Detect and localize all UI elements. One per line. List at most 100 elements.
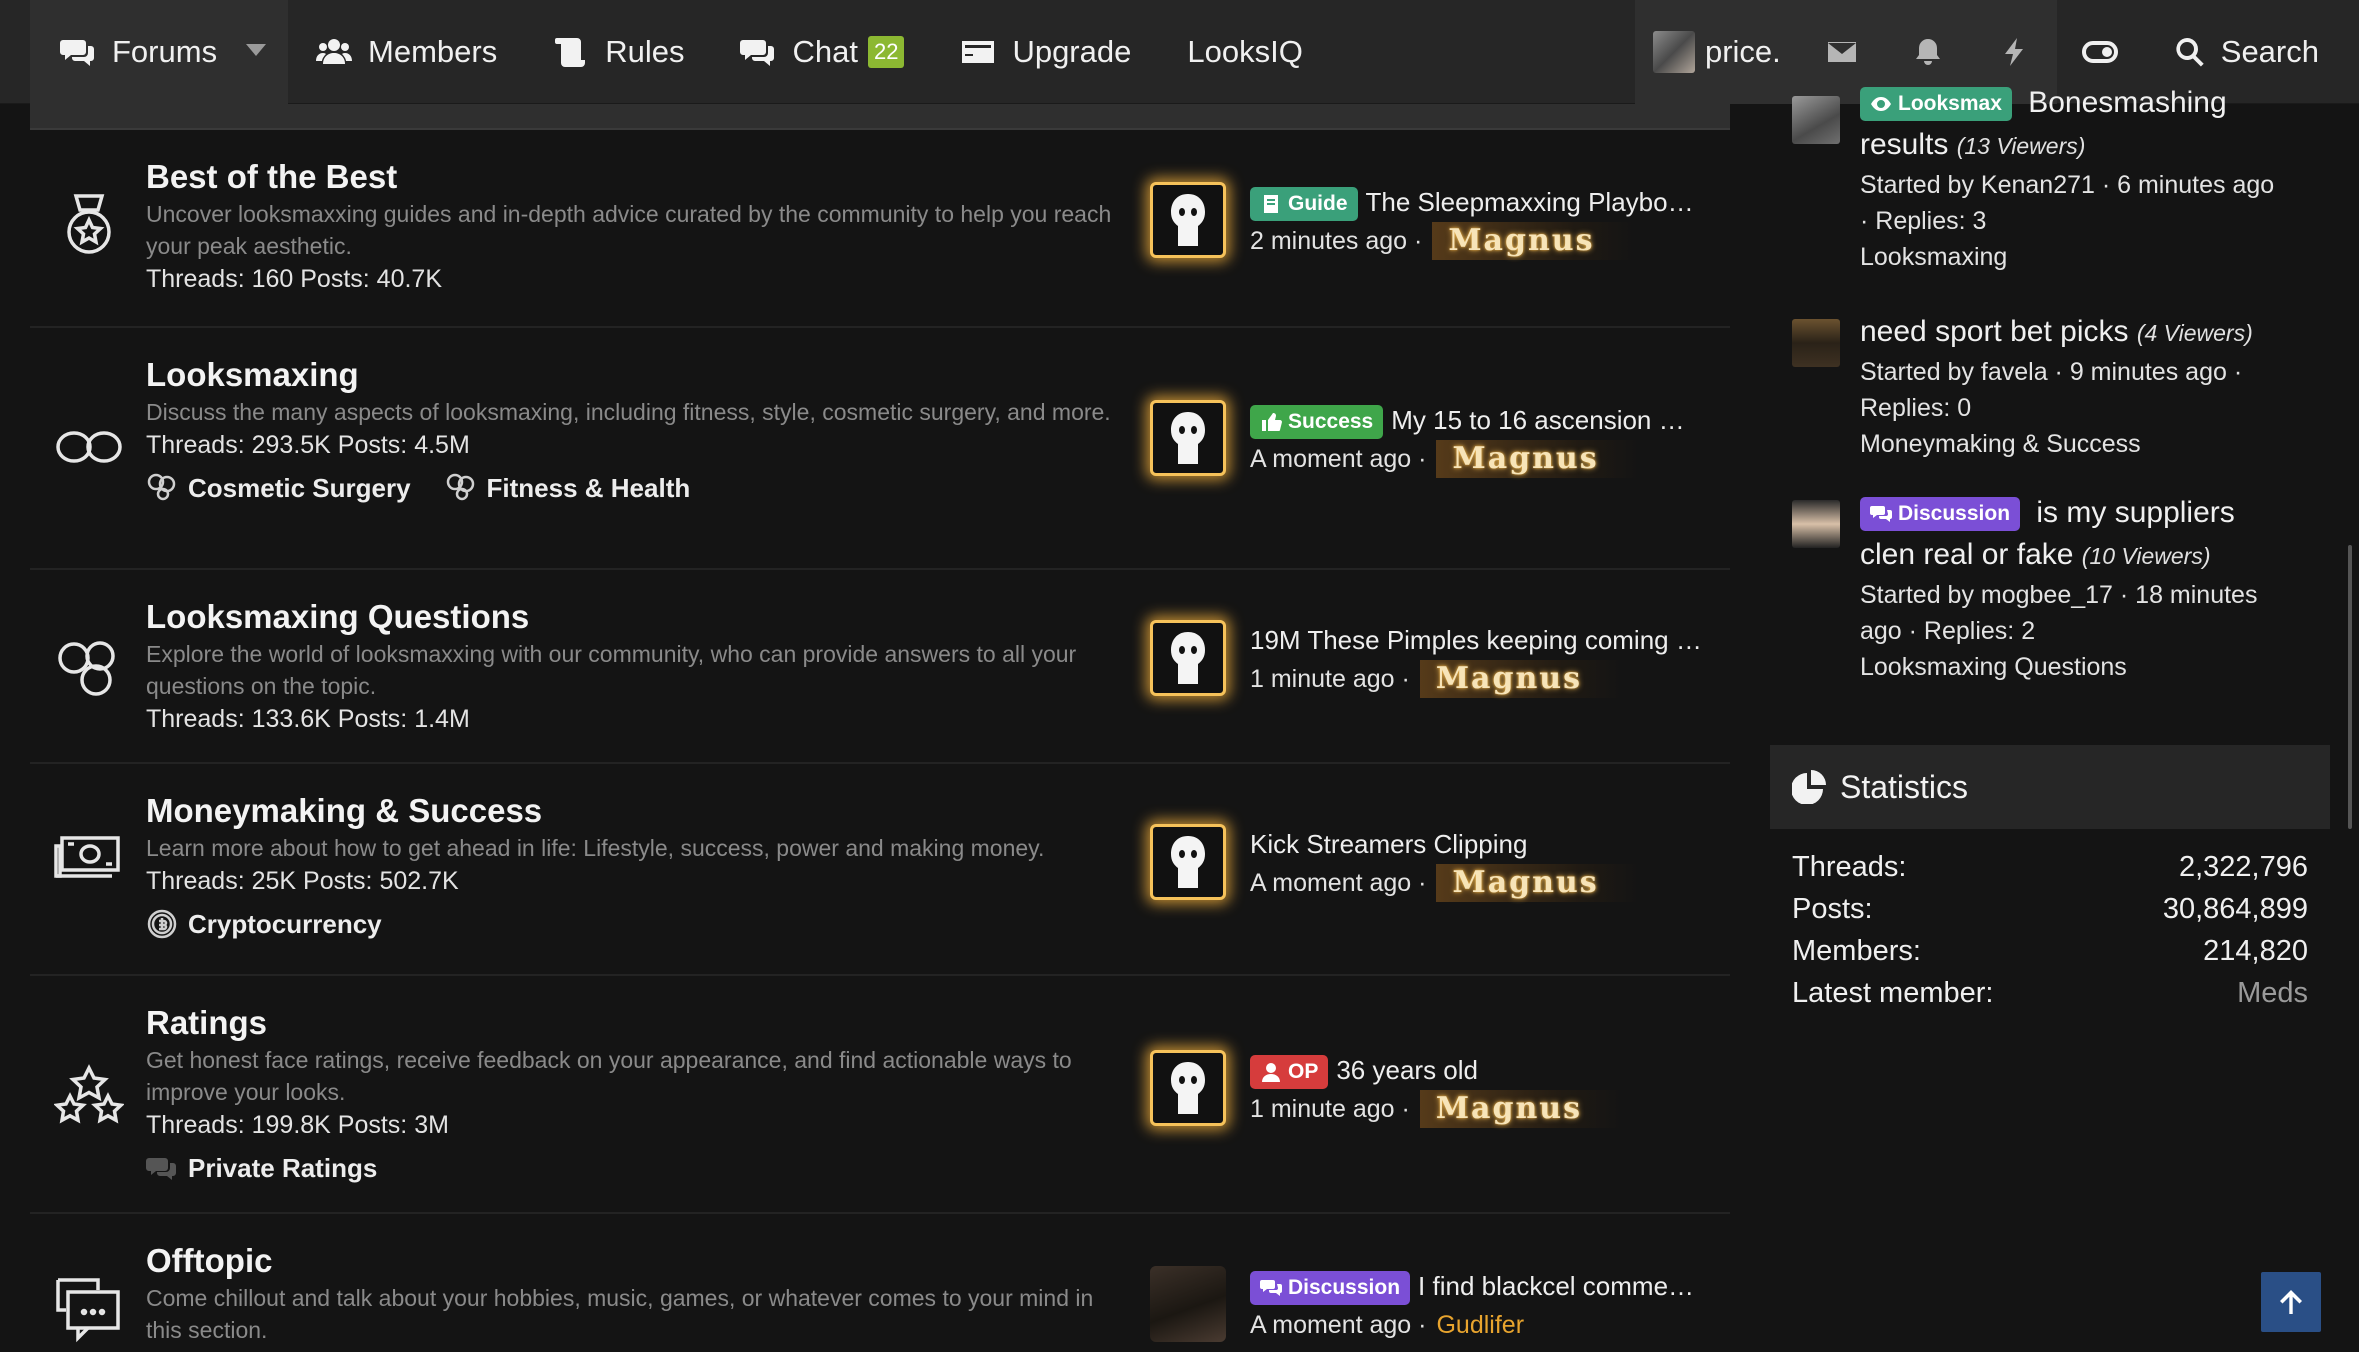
back-to-top-button[interactable] bbox=[2261, 1272, 2321, 1332]
avatar[interactable] bbox=[1150, 1050, 1226, 1126]
ghost-avatar-icon bbox=[1171, 1062, 1205, 1114]
latest-thread-title: I find blackcel comme… bbox=[1418, 1271, 1695, 1301]
latest-time: 2 minutes ago · bbox=[1250, 227, 1423, 255]
subforum-list: Cryptocurrency bbox=[146, 908, 1126, 940]
thread-title-link[interactable]: need sport bet picks (4 Viewers) bbox=[1860, 311, 2320, 354]
latest-thread-link[interactable]: Guide The Sleepmaxxing Playbo… bbox=[1250, 182, 1720, 222]
nav-members[interactable]: Members bbox=[288, 0, 525, 104]
ghost-avatar-icon bbox=[1171, 632, 1205, 684]
thread-forum-link[interactable]: Looksmaxing bbox=[1860, 239, 2320, 275]
latest-user-link[interactable]: Magnus bbox=[1436, 440, 1639, 478]
forum-stats: Threads: 199.8K Posts: 3M bbox=[146, 1111, 449, 1139]
thread-content: need sport bet picks (4 Viewers) Started… bbox=[1860, 311, 2320, 462]
forum-list: Best of the Best Uncover looksmaxxing gu… bbox=[30, 104, 1730, 1352]
forum-stats: Threads: 160 Posts: 40.7K bbox=[146, 265, 443, 293]
thread-forum-link[interactable]: Moneymaking & Success bbox=[1860, 426, 2320, 462]
nav-rules-label: Rules bbox=[605, 33, 685, 69]
forum-title[interactable]: Offtopic bbox=[146, 1242, 1126, 1280]
latest-time: A moment ago · bbox=[1250, 445, 1427, 473]
subforum-fitness-health[interactable]: Fitness & Health bbox=[445, 472, 690, 504]
nav-chat[interactable]: Chat 22 bbox=[712, 0, 932, 104]
latest-user-link[interactable]: Magnus bbox=[1436, 864, 1639, 902]
thread-meta: Started by Kenan271 · 6 minutes ago bbox=[1860, 171, 2275, 199]
latest-post: 19M These Pimples keeping coming … 1 min… bbox=[1150, 620, 1710, 710]
arrow-up-icon bbox=[2280, 1290, 2302, 1314]
list-item: Discussion is my suppliers clen real or … bbox=[1792, 492, 2312, 722]
comments-icon bbox=[60, 34, 96, 70]
stat-threads: Threads: 2,322,796 bbox=[1792, 851, 2308, 883]
nav-rules[interactable]: Rules bbox=[525, 0, 712, 104]
chat-icon bbox=[740, 34, 776, 70]
latest-user-link[interactable]: Magnus bbox=[1419, 1090, 1622, 1128]
nav-chat-label: Chat bbox=[792, 33, 858, 69]
thread-title-link[interactable]: Discussion is my suppliers clen real or … bbox=[1860, 492, 2320, 577]
forum-title[interactable]: Best of the Best bbox=[146, 158, 1126, 196]
subforum-private-ratings[interactable]: Private Ratings bbox=[146, 1152, 377, 1184]
avatar[interactable] bbox=[1150, 400, 1226, 476]
medal-icon bbox=[54, 190, 124, 260]
chevron-down-icon[interactable] bbox=[246, 43, 266, 56]
latest-member-link[interactable]: Meds bbox=[2237, 972, 2308, 1014]
user-icon bbox=[1262, 1063, 1280, 1083]
nav-forums[interactable]: Forums bbox=[30, 0, 288, 104]
latest-thread-link[interactable]: 19M These Pimples keeping coming … bbox=[1250, 620, 1720, 660]
latest-user-link[interactable]: Gudlifer bbox=[1436, 1306, 1524, 1344]
avatar[interactable] bbox=[1150, 620, 1226, 696]
credit-card-icon bbox=[960, 34, 996, 70]
comments-icon bbox=[1870, 506, 1892, 523]
latest-user-link[interactable]: Magnus bbox=[1432, 222, 1635, 260]
thread-forum-link[interactable]: Looksmaxing Questions bbox=[1860, 649, 2320, 685]
latest-thread-link[interactable]: OP 36 years old bbox=[1250, 1050, 1720, 1090]
latest-thread-link[interactable]: Kick Streamers Clipping bbox=[1250, 824, 1720, 864]
users-icon bbox=[316, 34, 352, 70]
forum-title[interactable]: Looksmaxing bbox=[146, 356, 1126, 394]
avatar[interactable] bbox=[1792, 96, 1840, 144]
forum-node-looksmaxing-questions: Looksmaxing Questions Explore the world … bbox=[30, 570, 1730, 764]
nav-upgrade[interactable]: Upgrade bbox=[932, 0, 1159, 104]
stat-members: Members: 214,820 bbox=[1792, 935, 2308, 967]
stat-posts: Posts: 30,864,899 bbox=[1792, 893, 2308, 925]
avatar[interactable] bbox=[1792, 500, 1840, 548]
prefix-badge: OP bbox=[1250, 1055, 1329, 1090]
chat-count-badge: 22 bbox=[867, 35, 905, 68]
forum-description: Come chillout and talk about your hobbie… bbox=[146, 1285, 1094, 1343]
envelope-icon bbox=[1827, 42, 1856, 62]
subforum-icon bbox=[147, 473, 176, 501]
eye-icon bbox=[1871, 97, 1891, 112]
statistics-list: Threads: 2,322,796 Posts: 30,864,899 Mem… bbox=[1792, 846, 2308, 1014]
latest-user-link[interactable]: Magnus bbox=[1419, 660, 1622, 698]
forum-node-best-of-the-best: Best of the Best Uncover looksmaxxing gu… bbox=[30, 130, 1730, 328]
latest-thread-link[interactable]: Discussion I find blackcel comme… bbox=[1250, 1266, 1720, 1306]
comments-icon bbox=[146, 1158, 176, 1180]
coin-icon bbox=[147, 909, 177, 939]
subforum-cryptocurrency[interactable]: Cryptocurrency bbox=[146, 908, 382, 940]
chat-window-icon bbox=[54, 1274, 124, 1344]
avatar[interactable] bbox=[1792, 319, 1840, 367]
forum-title[interactable]: Looksmaxing Questions bbox=[146, 598, 1126, 636]
forum-node-offtopic: Offtopic Come chillout and talk about yo… bbox=[30, 1214, 1730, 1352]
latest-time: A moment ago · bbox=[1250, 1311, 1427, 1339]
nav-looksiq[interactable]: LooksIQ bbox=[1159, 0, 1330, 104]
forum-title[interactable]: Moneymaking & Success bbox=[146, 792, 1126, 830]
thread-title-link[interactable]: Looksmax Bonesmashing results (13 Viewer… bbox=[1860, 82, 2320, 167]
search-button[interactable]: Search bbox=[2143, 34, 2359, 70]
latest-post: OP 36 years old 1 minute ago · Magnus bbox=[1150, 1050, 1710, 1140]
prefix-badge: Looksmax bbox=[1860, 87, 2012, 122]
forum-title[interactable]: Ratings bbox=[146, 1004, 1126, 1042]
prefix-badge: Guide bbox=[1250, 187, 1358, 222]
avatar[interactable] bbox=[1150, 1266, 1226, 1342]
avatar[interactable] bbox=[1150, 824, 1226, 900]
forum-description: Explore the world of looksmaxxing with o… bbox=[146, 641, 1077, 699]
latest-thread-link[interactable]: Success My 15 to 16 ascension … bbox=[1250, 400, 1720, 440]
avatar[interactable] bbox=[1150, 182, 1226, 258]
thread-meta: Started by mogbee_17 · 18 minutes bbox=[1860, 581, 2258, 609]
user-menu[interactable]: price. bbox=[1634, 0, 1799, 104]
scrollbar[interactable] bbox=[2348, 545, 2352, 829]
viewer-count: (13 Viewers) bbox=[1956, 133, 2086, 159]
subforum-cosmetic-surgery[interactable]: Cosmetic Surgery bbox=[146, 472, 411, 504]
latest-thread-title: The Sleepmaxxing Playbo… bbox=[1365, 187, 1694, 217]
subforum-icon bbox=[446, 473, 474, 501]
thumbs-up-icon bbox=[1262, 413, 1282, 432]
latest-post: Kick Streamers Clipping A moment ago · M… bbox=[1150, 824, 1710, 914]
latest-thread-title: My 15 to 16 ascension … bbox=[1391, 405, 1685, 435]
